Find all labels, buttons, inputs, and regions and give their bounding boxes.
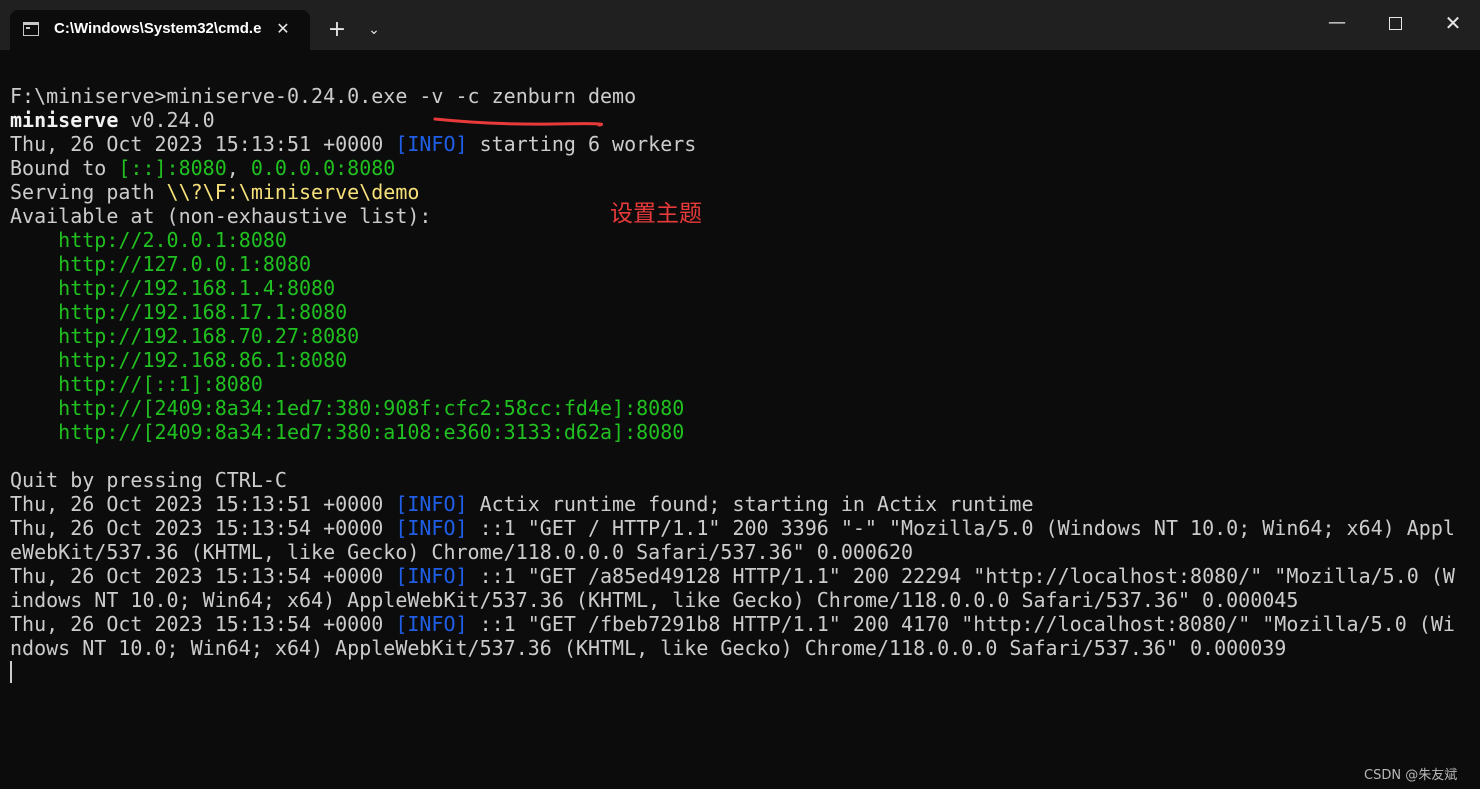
log-message: ::1 "GET /fbeb7291b8 HTTP/1.1" 200 4170 … (467, 612, 1455, 636)
close-window-button[interactable]: ✕ (1438, 8, 1468, 38)
info-tag: [INFO] (395, 516, 468, 540)
timestamp: Thu, 26 Oct 2023 15:13:54 +0000 (10, 516, 396, 540)
annotation-underline (433, 117, 603, 127)
annotation-label: 设置主题 (610, 201, 702, 227)
timestamp: Thu, 26 Oct 2023 15:13:51 +0000 (10, 492, 396, 516)
log-line-wrap: eWebKit/537.36 (KHTML, like Gecko) Chrom… (10, 540, 914, 564)
log-message: starting 6 workers (467, 132, 697, 156)
url-line: http://192.168.70.27:8080 (10, 324, 360, 348)
log-message: ::1 "GET /a85ed49128 HTTP/1.1" 200 22294… (467, 564, 1455, 588)
bound-line: Bound to [::]:8080, 0.0.0.0:8080 (10, 156, 1470, 180)
terminal-output[interactable]: F:\miniserve>miniserve-0.24.0.exe -v -c … (10, 84, 1470, 684)
text-cursor (10, 661, 12, 683)
title-bar: C:\Windows\System32\cmd.e ✕ + ⌄ — ✕ (0, 0, 1480, 50)
log-line-wrap: ndows NT 10.0; Win64; x64) AppleWebKit/5… (10, 636, 1287, 660)
available-line: Available at (non-exhaustive list): (10, 204, 432, 228)
maximize-icon (1389, 17, 1402, 30)
url-line: http://2.0.0.1:8080 (10, 228, 287, 252)
url-line: http://192.168.86.1:8080 (10, 348, 348, 372)
tab-title: C:\Windows\System32\cmd.e (54, 20, 262, 37)
bound-address-ipv6: [::]:8080 (118, 156, 227, 180)
log-line: Thu, 26 Oct 2023 15:13:54 +0000 [INFO] :… (10, 516, 1470, 540)
version-name: miniserve (10, 108, 119, 132)
info-tag: [INFO] (395, 492, 468, 516)
serving-prefix: Serving path (10, 180, 167, 204)
log-line-start: Thu, 26 Oct 2023 15:13:51 +0000 [INFO] s… (10, 132, 1470, 156)
info-tag: [INFO] (395, 564, 468, 588)
watermark: CSDN @朱友斌 (1364, 768, 1458, 783)
url-line: http://192.168.17.1:8080 (10, 300, 348, 324)
serving-line: Serving path \\?\F:\miniserve\demo (10, 180, 1470, 204)
timestamp: Thu, 26 Oct 2023 15:13:54 +0000 (10, 564, 396, 588)
url-line: http://[2409:8a34:1ed7:380:908f:cfc2:58c… (10, 396, 685, 420)
bound-address-ipv4: 0.0.0.0:8080 (250, 156, 396, 180)
log-line: Thu, 26 Oct 2023 15:13:54 +0000 [INFO] :… (10, 564, 1470, 588)
url-line: http://[2409:8a34:1ed7:380:a108:e360:313… (10, 420, 685, 444)
version-number: v0.24.0 (118, 108, 215, 132)
timestamp: Thu, 26 Oct 2023 15:13:51 +0000 (10, 132, 396, 156)
version-line: miniserve v0.24.0 (10, 108, 1470, 132)
quit-line: Quit by pressing CTRL-C (10, 468, 287, 492)
url-line: http://[::1]:8080 (10, 372, 263, 396)
info-tag: [INFO] (395, 132, 468, 156)
bound-prefix: Bound to (10, 156, 119, 180)
url-line: http://127.0.0.1:8080 (10, 252, 312, 276)
url-line: http://192.168.1.4:8080 (10, 276, 336, 300)
log-line-wrap: indows NT 10.0; Win64; x64) AppleWebKit/… (10, 588, 1299, 612)
bound-separator: , (226, 156, 251, 180)
minimize-button[interactable]: — (1322, 8, 1352, 38)
maximize-button[interactable] (1380, 8, 1410, 38)
log-message: ::1 "GET / HTTP/1.1" 200 3396 "-" "Mozil… (467, 516, 1455, 540)
info-tag: [INFO] (395, 612, 468, 636)
log-line: Thu, 26 Oct 2023 15:13:51 +0000 [INFO] A… (10, 492, 1470, 516)
tab-dropdown-icon[interactable]: ⌄ (360, 16, 388, 44)
command-line: F:\miniserve>miniserve-0.24.0.exe -v -c … (10, 84, 637, 108)
serving-path: \\?\F:\miniserve\demo (166, 180, 420, 204)
new-tab-button[interactable]: + (322, 16, 352, 44)
timestamp: Thu, 26 Oct 2023 15:13:54 +0000 (10, 612, 396, 636)
terminal-tab[interactable]: C:\Windows\System32\cmd.e ✕ (10, 10, 310, 50)
log-message: Actix runtime found; starting in Actix r… (467, 492, 1034, 516)
log-line: Thu, 26 Oct 2023 15:13:54 +0000 [INFO] :… (10, 612, 1470, 636)
tab-close-icon[interactable]: ✕ (272, 16, 294, 42)
cmd-icon (23, 22, 39, 36)
